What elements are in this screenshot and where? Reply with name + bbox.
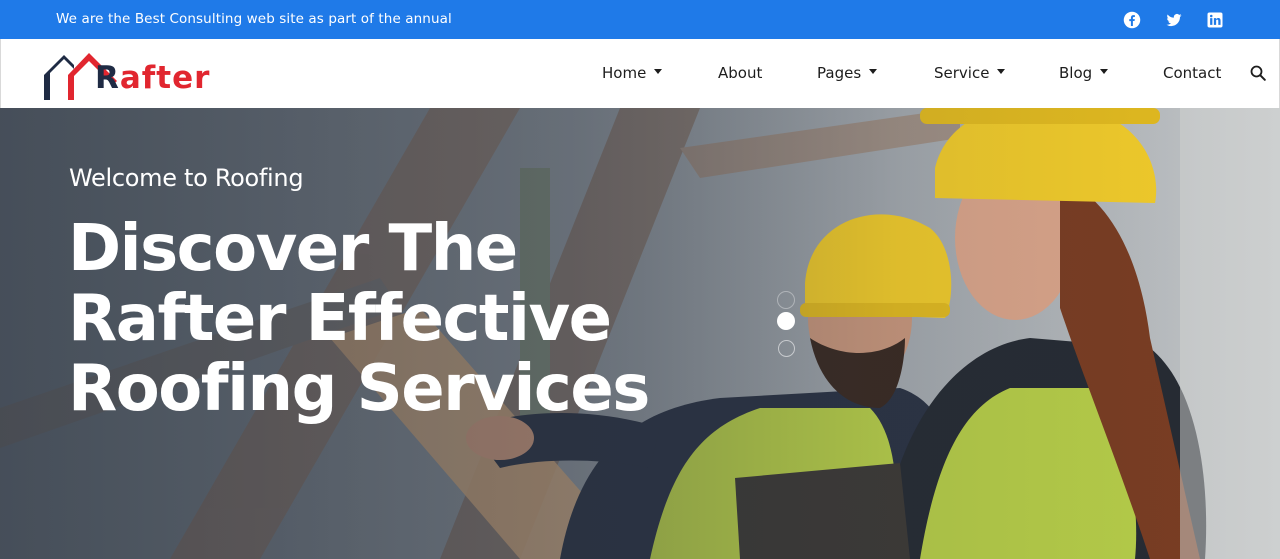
slide-dot-1[interactable] bbox=[777, 291, 795, 309]
search-icon[interactable] bbox=[1250, 65, 1266, 81]
chevron-down-icon bbox=[997, 69, 1006, 74]
hero-title: Discover The Rafter Effective Roofing Se… bbox=[68, 214, 708, 424]
twitter-icon[interactable] bbox=[1165, 11, 1183, 29]
nav-contact[interactable]: Contact bbox=[1163, 64, 1221, 82]
hero-slider: Welcome to Roofing Discover The Rafter E… bbox=[0, 108, 1280, 559]
hero-title-line-2: Rafter Effective bbox=[68, 282, 612, 356]
top-bar-text: We are the Best Consulting web site as p… bbox=[56, 11, 452, 27]
slide-dot-2-active[interactable] bbox=[777, 312, 795, 330]
nav-contact-label: Contact bbox=[1163, 64, 1222, 82]
nav-pages-label: Pages bbox=[817, 64, 862, 82]
nav-pages[interactable]: Pages bbox=[817, 64, 878, 82]
hero-title-line-3: Roofing Services bbox=[68, 352, 650, 426]
top-bar: We are the Best Consulting web site as p… bbox=[0, 0, 1280, 39]
nav-home[interactable]: Home bbox=[602, 64, 663, 82]
facebook-icon[interactable] bbox=[1123, 11, 1141, 29]
chevron-down-icon bbox=[869, 69, 878, 74]
nav-home-label: Home bbox=[602, 64, 647, 82]
logo-text: Rafter bbox=[95, 60, 211, 96]
chevron-down-icon bbox=[654, 69, 663, 74]
logo[interactable]: Rafter bbox=[41, 45, 211, 103]
nav-service[interactable]: Service bbox=[934, 64, 1006, 82]
nav-about-label: About bbox=[718, 64, 763, 82]
nav-blog-label: Blog bbox=[1059, 64, 1093, 82]
slide-dot-3[interactable] bbox=[778, 340, 795, 357]
hero-subtitle: Welcome to Roofing bbox=[69, 164, 304, 192]
nav-service-label: Service bbox=[934, 64, 990, 82]
hero-title-line-1: Discover The bbox=[68, 212, 518, 286]
linkedin-icon[interactable] bbox=[1206, 11, 1224, 29]
nav-about[interactable]: About bbox=[718, 64, 762, 82]
chevron-down-icon bbox=[1100, 69, 1109, 74]
site-header: Rafter Home About Pages Service Blog Con… bbox=[0, 39, 1280, 108]
nav-blog[interactable]: Blog bbox=[1059, 64, 1109, 82]
